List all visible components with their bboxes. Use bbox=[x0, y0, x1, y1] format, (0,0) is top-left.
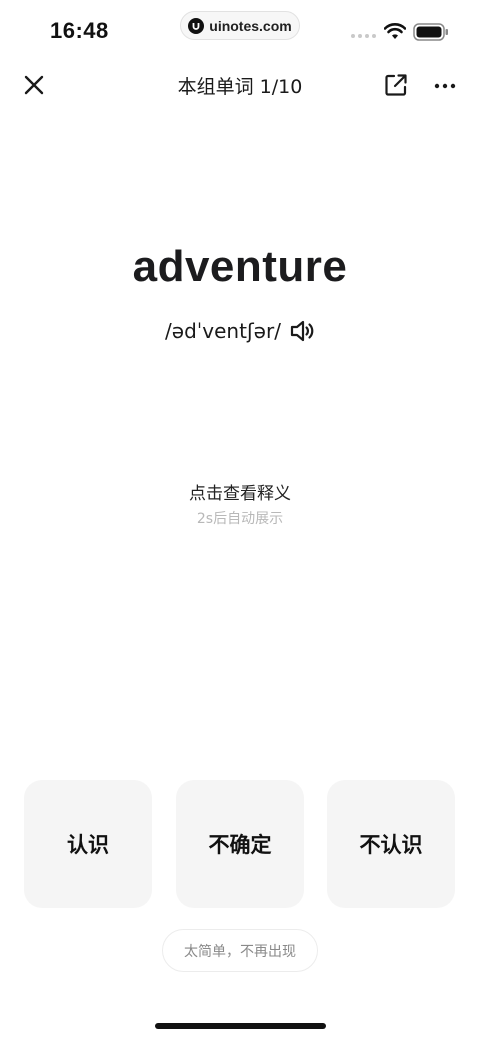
know-button[interactable]: 认识 bbox=[24, 780, 152, 908]
dont-know-button[interactable]: 不认识 bbox=[327, 780, 455, 908]
too-easy-button[interactable]: 太简单，不再出现 bbox=[162, 929, 318, 972]
more-icon[interactable] bbox=[433, 74, 457, 98]
signal-dots-icon bbox=[351, 34, 376, 38]
phonetic-row: /ədˈventʃər/ bbox=[0, 318, 480, 344]
unsure-button[interactable]: 不确定 bbox=[176, 780, 304, 908]
status-bar: 16:48 uinotes.com bbox=[0, 0, 480, 62]
wifi-icon bbox=[384, 23, 406, 39]
watermark-badge: uinotes.com bbox=[180, 11, 300, 40]
word-card-screen: 16:48 uinotes.com 本组单词 1/10 adventure /ə… bbox=[0, 0, 480, 1039]
share-icon[interactable] bbox=[383, 72, 409, 98]
watermark-logo-icon bbox=[188, 17, 205, 34]
watermark-text: uinotes.com bbox=[209, 17, 292, 34]
phonetic-text: /ədˈventʃər/ bbox=[165, 319, 281, 343]
word-heading: adventure bbox=[132, 242, 348, 291]
battery-icon bbox=[413, 23, 448, 41]
speaker-icon[interactable] bbox=[289, 318, 315, 344]
auto-reveal-hint: 2s后自动展示 bbox=[196, 511, 284, 527]
reveal-definition-prompt[interactable]: 点击查看释义 bbox=[0, 479, 480, 504]
status-time: 16:48 bbox=[50, 18, 109, 43]
nav-bar: 本组单词 1/10 bbox=[0, 62, 480, 108]
home-indicator bbox=[155, 1023, 326, 1029]
